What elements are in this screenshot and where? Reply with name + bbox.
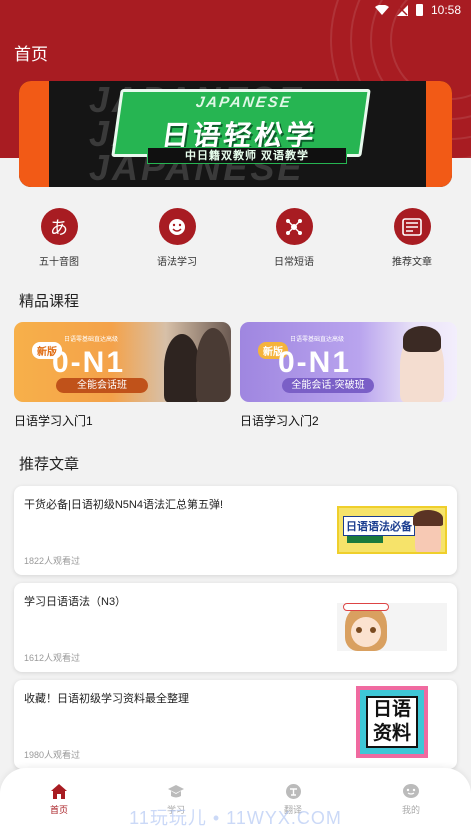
- tab-translate[interactable]: 翻译: [263, 784, 323, 816]
- article-title: 学习日语语法（N3）: [24, 596, 127, 608]
- article-views: 1822人观看过: [24, 556, 81, 566]
- article-thumbnail: [337, 603, 447, 651]
- article-title: 收藏！日语初级学习资料最全整理: [24, 693, 189, 705]
- article-card[interactable]: 学习日语语法（N3） 1612人观看过: [14, 583, 457, 672]
- nav-label: 语法学习: [157, 257, 197, 268]
- nav-item-phrases[interactable]: 日常短语: [244, 208, 344, 268]
- hiragana-a-icon: あ: [40, 208, 78, 245]
- section-title-articles: 推荐文章: [19, 456, 80, 473]
- translate-icon: [285, 784, 301, 799]
- tab-label: 我的: [401, 805, 420, 815]
- article-card[interactable]: 干货必备|日语初级N5N4语法汇总第五弹! 1822人观看过 日语语法必备: [14, 486, 457, 575]
- course-title: 日语学习入门1: [14, 414, 93, 428]
- tab-profile[interactable]: 我的: [381, 784, 441, 816]
- page-title: 首页: [14, 45, 48, 64]
- status-bar: 10:58: [374, 0, 461, 20]
- nav-label: 五十音图: [39, 257, 79, 268]
- banner-stripe: [426, 81, 452, 187]
- banner-subtitle: 中日籍双教师 双语教学: [147, 147, 347, 164]
- article-icon: [393, 208, 431, 245]
- section-title-courses: 精品课程: [19, 293, 80, 310]
- tab-label: 首页: [49, 805, 68, 815]
- battery-icon: [415, 4, 423, 16]
- article-title: 干货必备|日语初级N5N4语法汇总第五弹!: [24, 499, 224, 511]
- course-image: 日语零基础直达高级 新版 0-N1 全能会话·突破班: [240, 322, 457, 402]
- nav-item-grammar[interactable]: 语法学习: [127, 208, 227, 268]
- network-icon: [275, 208, 313, 245]
- profile-icon: [403, 784, 419, 799]
- nav-item-articles[interactable]: 推荐文章: [362, 208, 462, 268]
- tab-label: 翻译: [283, 805, 302, 815]
- smiley-icon: [158, 208, 196, 245]
- bottom-tab-bar: 首页 学习 翻译 我的 11玩玩儿 • 11WYX.COM: [0, 768, 471, 837]
- tab-study[interactable]: 学习: [146, 784, 206, 816]
- article-thumbnail: 日语语法必备: [337, 506, 447, 554]
- article-card[interactable]: 收藏！日语初级学习资料最全整理 1980人观看过 日语资料: [14, 680, 457, 769]
- banner-stripe: [19, 81, 49, 187]
- promo-banner[interactable]: JAPANESE JAPANESE JAPANESE JAPANESE 日语轻松…: [19, 81, 452, 187]
- graduation-cap-icon: [168, 784, 184, 799]
- tab-label: 学习: [166, 805, 185, 815]
- home-page: 10:58 首页 JAPANESE JAPANESE JAPANESE JAPA…: [0, 0, 471, 837]
- wifi-icon: [374, 5, 389, 15]
- article-views: 1980人观看过: [24, 750, 81, 760]
- nav-label: 推荐文章: [392, 257, 432, 268]
- course-title: 日语学习入门2: [240, 414, 319, 428]
- category-nav: あ 五十音图 语法学习 日常短语 推荐文章: [0, 208, 471, 268]
- article-thumbnail: 日语资料: [356, 686, 428, 758]
- banner-en: JAPANESE: [194, 94, 293, 111]
- nav-label: 日常短语: [274, 257, 314, 268]
- course-card[interactable]: 日语零基础直达高级 新版 0-N1 全能会话班 日语学习入门1: [14, 322, 231, 429]
- home-icon: [51, 784, 67, 799]
- article-views: 1612人观看过: [24, 653, 81, 663]
- nav-item-gojuon[interactable]: あ 五十音图: [9, 208, 109, 268]
- status-time: 10:58: [430, 3, 461, 17]
- course-image: 日语零基础直达高级 新版 0-N1 全能会话班: [14, 322, 231, 402]
- signal-icon: [396, 4, 408, 16]
- tab-home[interactable]: 首页: [29, 784, 89, 816]
- course-card[interactable]: 日语零基础直达高级 新版 0-N1 全能会话·突破班 日语学习入门2: [240, 322, 457, 429]
